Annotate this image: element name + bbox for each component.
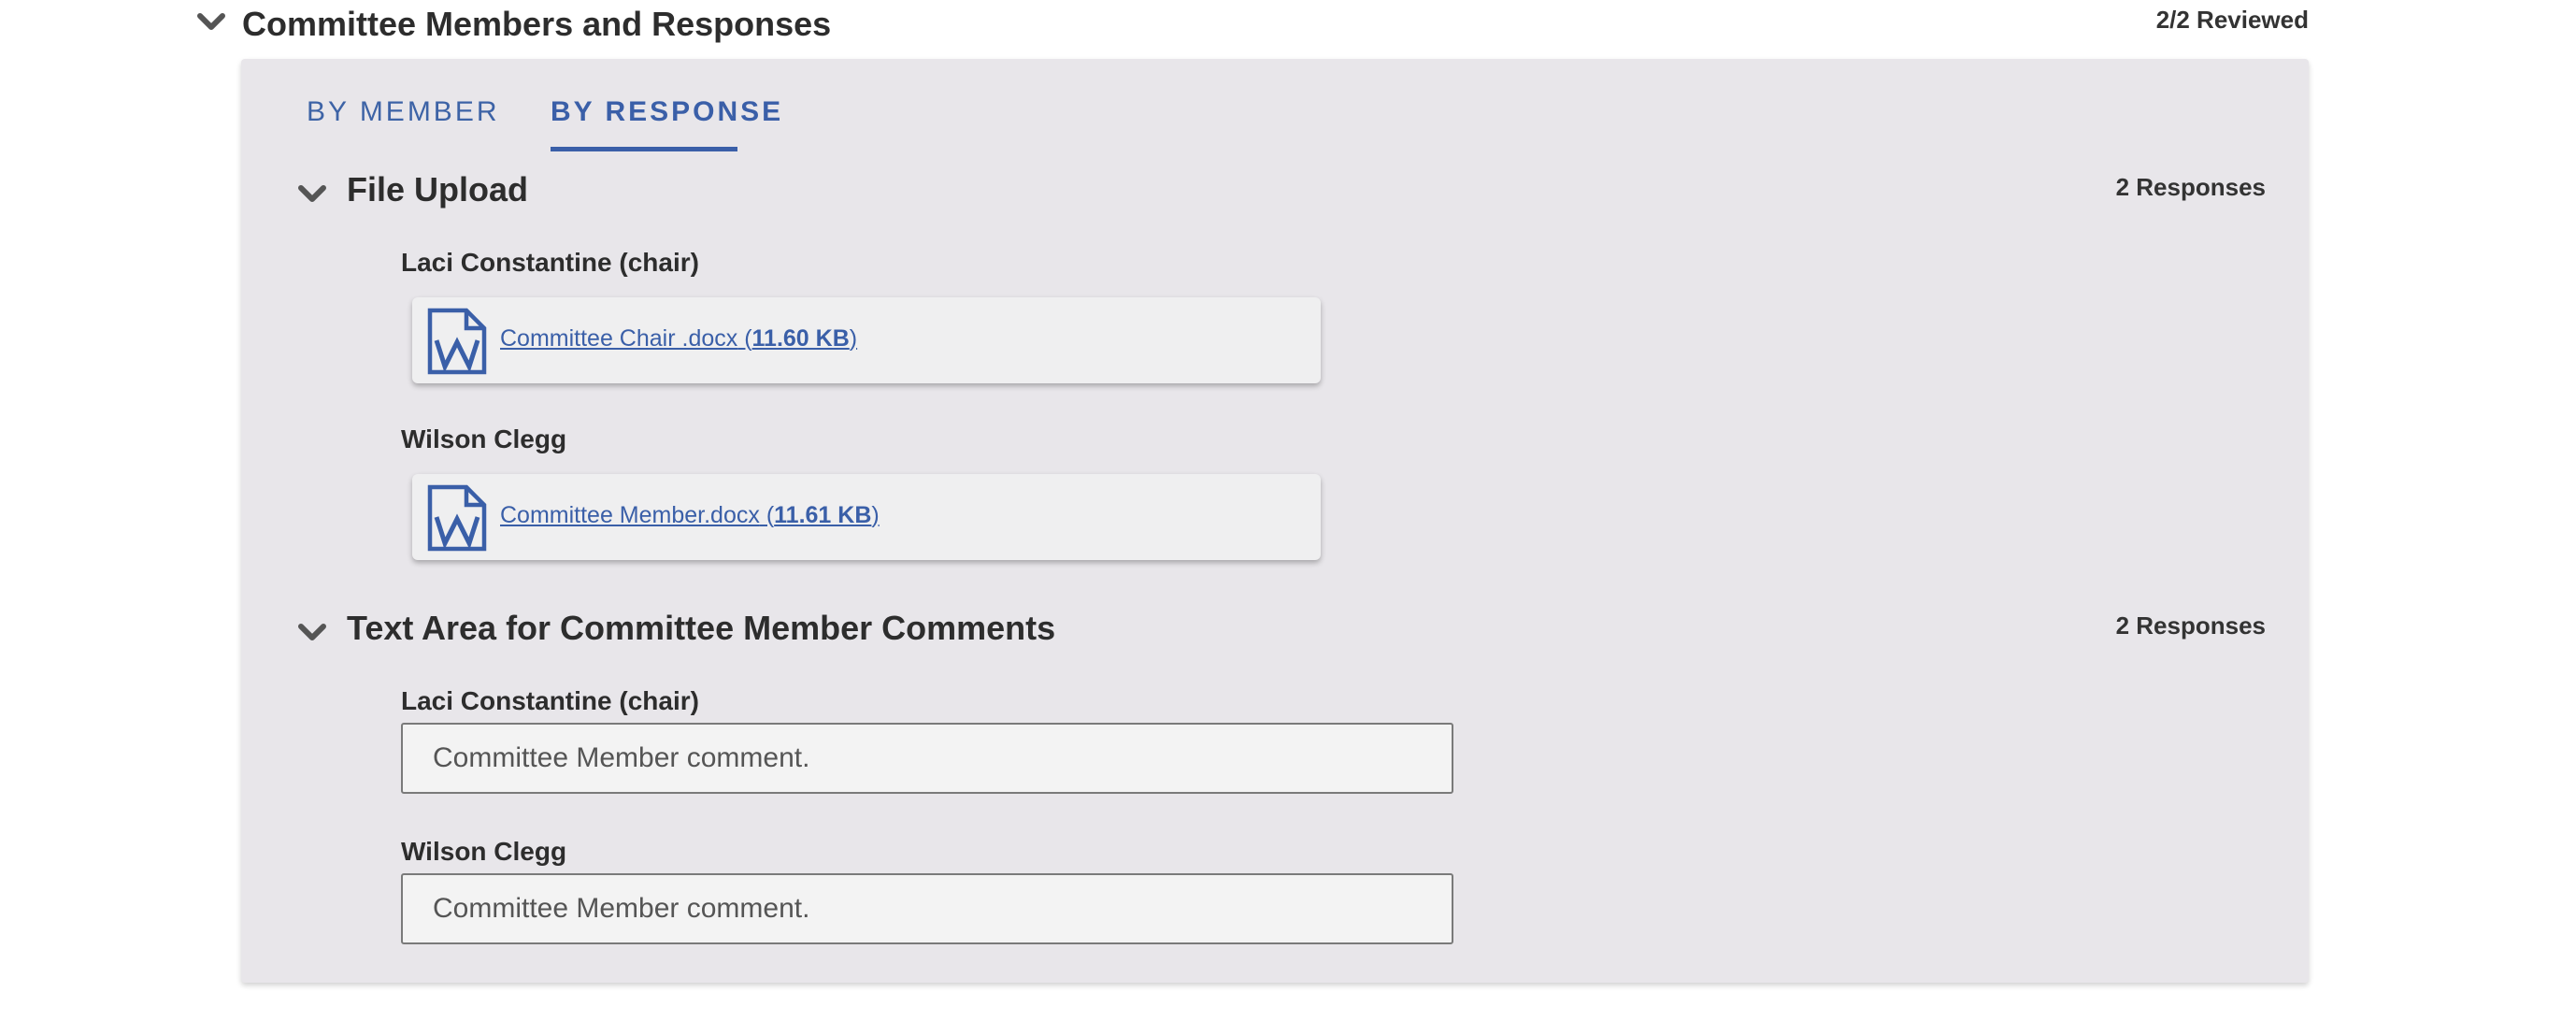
reviewed-status: 2/2 Reviewed (2155, 6, 2309, 34)
file-attachment-card: Committee Member.docx (11.61 KB) (412, 474, 1321, 560)
member-name: Laci Constantine (chair) (401, 248, 699, 277)
member-name: Wilson Clegg (401, 424, 567, 453)
responses-panel: BY MEMBER BY RESPONSE File Upload 2 Resp… (241, 59, 2309, 983)
file-download-link[interactable]: Committee Member.docx (11.61 KB) (500, 498, 880, 532)
comment-field[interactable] (401, 723, 1453, 794)
section-title: File Upload (347, 170, 529, 209)
response-count: 2 Responses (2115, 611, 2266, 640)
active-tab-indicator (551, 147, 737, 151)
collapse-chevron-icon[interactable] (297, 622, 327, 644)
tab-by-response[interactable]: BY RESPONSE (551, 89, 783, 151)
collapse-chevron-icon[interactable] (196, 11, 226, 34)
word-document-icon (425, 307, 489, 381)
comment-field[interactable] (401, 873, 1453, 944)
member-name: Laci Constantine (chair) (401, 686, 699, 715)
tab-by-member[interactable]: BY MEMBER (307, 89, 500, 151)
collapse-chevron-icon[interactable] (297, 183, 327, 206)
file-download-link[interactable]: Committee Chair .docx (11.60 KB) (500, 322, 857, 355)
member-name: Wilson Clegg (401, 837, 567, 866)
word-document-icon (425, 483, 489, 557)
page-title: Committee Members and Responses (242, 5, 832, 43)
response-count: 2 Responses (2115, 173, 2266, 201)
file-attachment-card: Committee Chair .docx (11.60 KB) (412, 297, 1321, 383)
section-title: Text Area for Committee Member Comments (347, 609, 1056, 647)
